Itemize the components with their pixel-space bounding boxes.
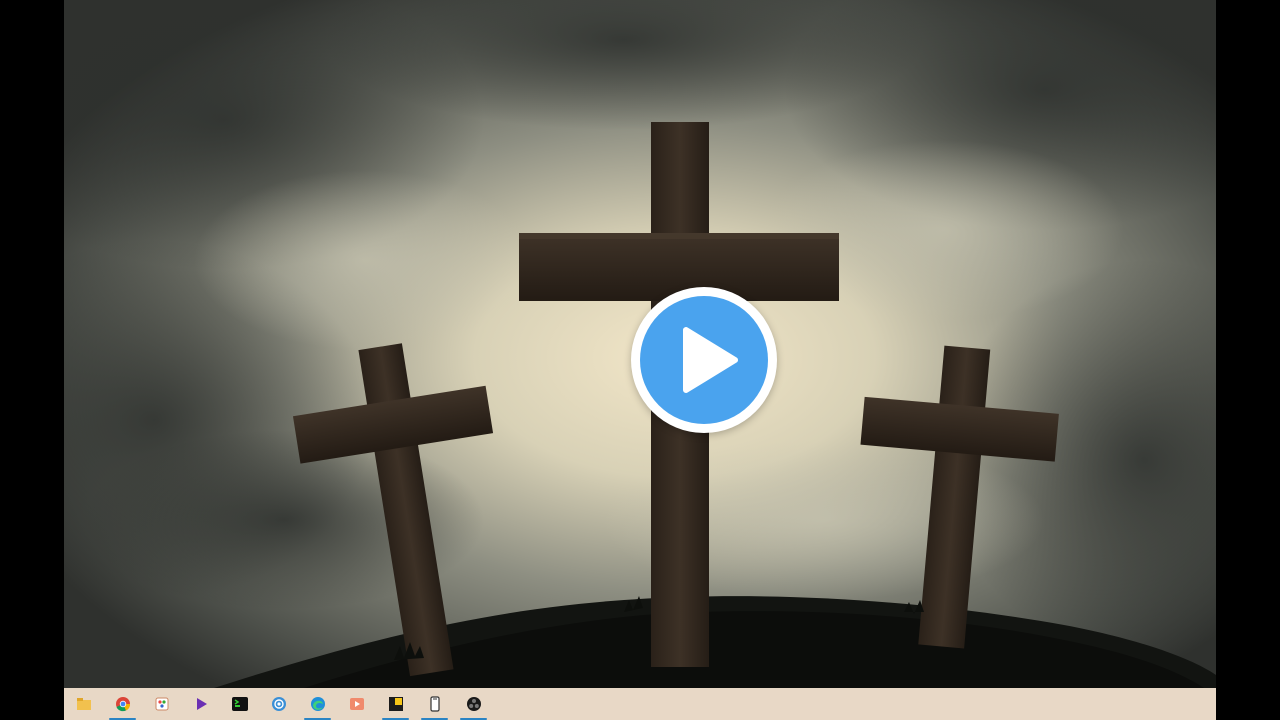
taskbar-item-edge[interactable] [298,688,337,720]
taskbar-item-settings-globe[interactable] [259,688,298,720]
taskbar [64,688,1216,720]
obs-icon [466,696,482,712]
media-player-icon [193,696,209,712]
taskbar-item-paint-app[interactable] [142,688,181,720]
taskbar-item-file-explorer[interactable] [64,688,103,720]
letterbox-left [0,0,64,720]
settings-globe-icon [271,696,287,712]
terminal-icon [231,696,248,712]
taskbar-item-sticky-notes[interactable] [376,688,415,720]
edge-icon [310,696,326,712]
taskbar-item-media-player[interactable] [181,688,220,720]
media-app-icon [349,696,365,712]
phone-icon [427,696,443,712]
sticky-notes-icon [388,696,404,712]
video-player[interactable] [64,0,1216,720]
taskbar-item-terminal[interactable] [220,688,259,720]
play-button[interactable] [631,287,777,433]
taskbar-item-media-app[interactable] [337,688,376,720]
taskbar-item-obs[interactable] [454,688,493,720]
letterbox-right [1216,0,1280,720]
taskbar-item-chrome[interactable] [103,688,142,720]
paint-app-icon [154,696,170,712]
play-icon [683,327,738,393]
chrome-icon [115,696,131,712]
taskbar-item-phone[interactable] [415,688,454,720]
file-explorer-icon [76,696,92,712]
